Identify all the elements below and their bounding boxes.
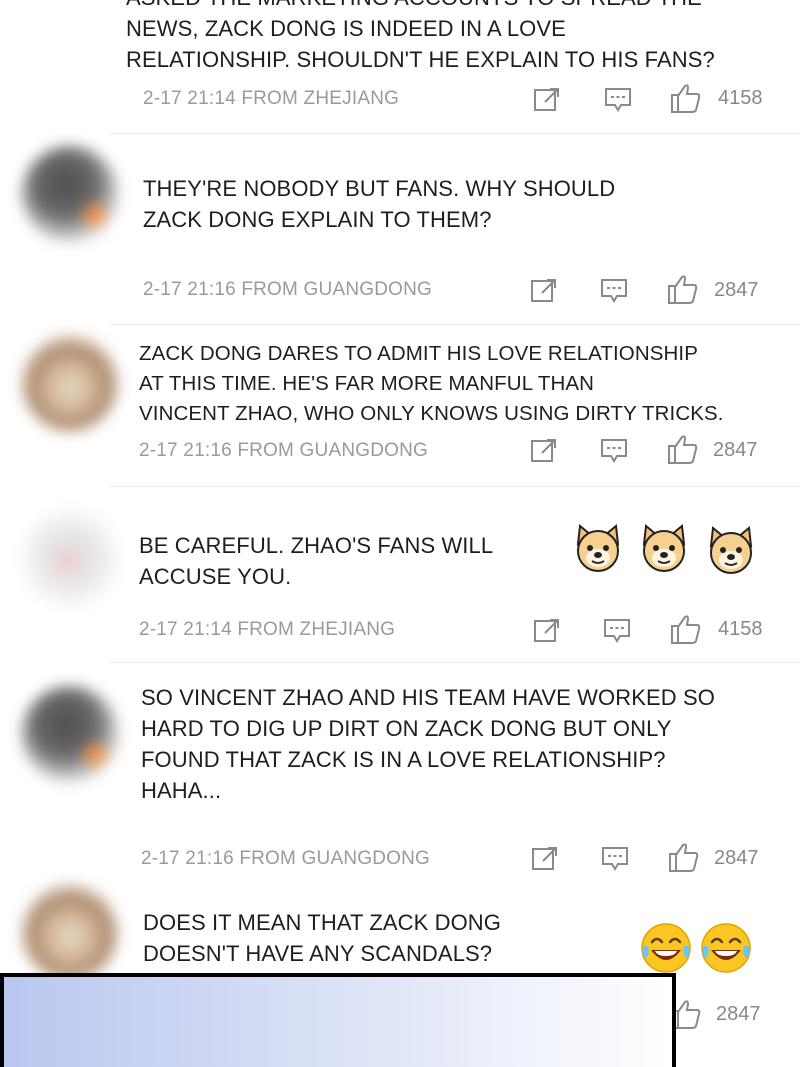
- share-icon[interactable]: [530, 437, 558, 465]
- comment-timestamp: 2-17 21:14 FROM ZHEJIANG: [143, 88, 400, 109]
- avatar[interactable]: [22, 686, 118, 782]
- comment-icon[interactable]: [600, 277, 628, 305]
- comment-text: NEWS, ZACK DONG IS INDEED IN A LOVE RELA…: [126, 16, 715, 72]
- comment-icon[interactable]: [604, 86, 632, 114]
- like-count: 4158: [718, 618, 763, 640]
- like-count: 2847: [714, 847, 759, 869]
- avatar[interactable]: [22, 884, 118, 980]
- thumbs-up-icon[interactable]: [670, 82, 702, 114]
- divider: [110, 324, 800, 325]
- thumbs-up-icon[interactable]: [667, 433, 699, 465]
- comment-timestamp: 2-17 21:16 FROM GUANGDONG: [139, 440, 429, 461]
- thumbs-up-icon[interactable]: [667, 273, 699, 305]
- like-count: 2847: [713, 439, 758, 461]
- comment-text: DOES IT MEAN THAT ZACK DONG DOESN'T HAVE…: [143, 910, 502, 966]
- comment-icon[interactable]: [603, 617, 631, 645]
- comment-timestamp: 2-17 21:16 FROM GUANGDONG: [141, 848, 431, 869]
- share-icon[interactable]: [530, 277, 558, 305]
- comment-timestamp: 2-17 21:16 FROM GUANGDONG: [143, 279, 433, 300]
- comment-text: THEY'RE NOBODY BUT FANS. WHY SHOULD ZACK…: [143, 176, 616, 232]
- share-icon[interactable]: [531, 845, 559, 873]
- laughing-tears-emoji-icon: [641, 923, 691, 973]
- avatar[interactable]: [22, 146, 118, 242]
- doge-emoji-icon: [709, 526, 753, 574]
- share-icon[interactable]: [533, 86, 561, 114]
- comment-icon[interactable]: [601, 845, 629, 873]
- divider: [110, 486, 800, 487]
- comment-timestamp: 2-17 21:14 FROM ZHEJIANG: [139, 619, 396, 640]
- thumbs-up-icon[interactable]: [668, 841, 700, 873]
- share-icon[interactable]: [533, 617, 561, 645]
- thumbs-up-icon[interactable]: [670, 613, 702, 645]
- like-count: 2847: [714, 279, 759, 301]
- laughing-tears-emoji-icon: [701, 923, 751, 973]
- divider: [110, 133, 800, 134]
- caption-panel: [0, 973, 676, 1067]
- like-count: 4158: [718, 87, 763, 109]
- comment-text: BE CAREFUL. ZHAO'S FANS WILL ACCUSE YOU.: [139, 533, 494, 589]
- comment-text-cut: ASKED THE MARKETING ACCOUNTS TO SPREAD T…: [126, 0, 702, 13]
- like-count: 2847: [716, 1003, 761, 1025]
- comment-icon[interactable]: [600, 437, 628, 465]
- doge-emoji-icon: [576, 524, 620, 572]
- doge-emoji-icon: [642, 524, 686, 572]
- comment-text: SO VINCENT ZHAO AND HIS TEAM HAVE WORKED…: [141, 685, 715, 803]
- comment-text: ZACK DONG DARES TO ADMIT HIS LOVE RELATI…: [139, 342, 724, 425]
- avatar[interactable]: [22, 510, 118, 606]
- avatar[interactable]: [22, 335, 118, 431]
- divider: [110, 662, 800, 663]
